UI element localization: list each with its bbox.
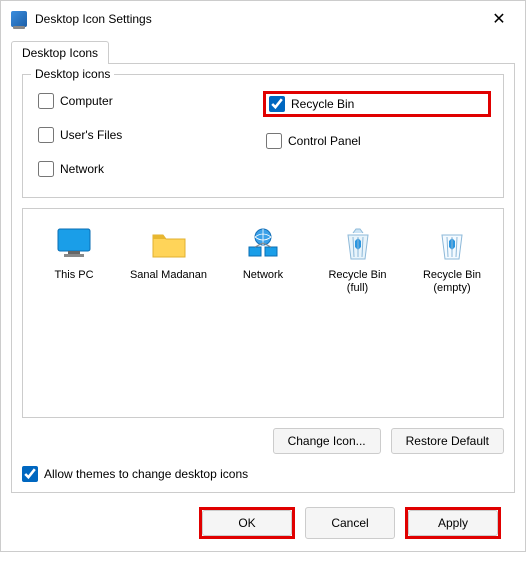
recycle-bin-full-icon xyxy=(338,225,378,265)
tab-desktop-icons[interactable]: Desktop Icons xyxy=(11,41,109,64)
checkbox-input[interactable] xyxy=(266,133,282,149)
icon-item-this-pc[interactable]: This PC xyxy=(31,223,117,284)
fieldset-legend: Desktop icons xyxy=(31,67,114,81)
dialog-title: Desktop Icon Settings xyxy=(35,12,483,26)
apply-button[interactable]: Apply xyxy=(408,510,498,536)
icon-label: Sanal Madanan xyxy=(130,269,207,282)
icon-grid: This PC Sanal Madanan Network xyxy=(31,223,495,297)
checkbox-label: Computer xyxy=(60,94,113,108)
close-button[interactable]: ✕ xyxy=(483,7,515,31)
checkbox-label: User's Files xyxy=(60,128,122,142)
checkbox-input[interactable] xyxy=(269,96,285,112)
checkbox-columns: Computer User's Files Network xyxy=(35,85,491,185)
change-icon-button[interactable]: Change Icon... xyxy=(273,428,381,454)
icon-label: Recycle Bin (full) xyxy=(317,269,399,295)
icon-item-network[interactable]: Network xyxy=(220,223,306,284)
checkbox-col-left: Computer User's Files Network xyxy=(35,85,263,185)
checkbox-recycle-bin[interactable]: Recycle Bin xyxy=(266,94,357,114)
icon-preview-list[interactable]: This PC Sanal Madanan Network xyxy=(22,208,504,418)
checkbox-label: Network xyxy=(60,162,104,176)
checkbox-label: Allow themes to change desktop icons xyxy=(44,467,248,481)
icon-label: Network xyxy=(243,269,283,282)
icon-item-recycle-bin-empty[interactable]: Recycle Bin (empty) xyxy=(409,223,495,297)
checkbox-label: Control Panel xyxy=(288,134,361,148)
tab-strip: Desktop Icons xyxy=(11,41,515,64)
checkbox-users-files[interactable]: User's Files xyxy=(35,125,263,145)
icon-label: This PC xyxy=(54,269,93,282)
icon-item-user-folder[interactable]: Sanal Madanan xyxy=(126,223,212,284)
cancel-button[interactable]: Cancel xyxy=(305,507,395,539)
highlight-recycle-bin: Recycle Bin xyxy=(263,91,491,117)
checkbox-col-right: Recycle Bin Control Panel xyxy=(263,85,491,185)
checkbox-network[interactable]: Network xyxy=(35,159,263,179)
highlight-apply: Apply xyxy=(405,507,501,539)
wrap-cancel: Cancel xyxy=(305,507,395,539)
tab-panel: Desktop icons Computer User's Files xyxy=(11,63,515,493)
ok-button[interactable]: OK xyxy=(202,510,292,536)
desktop-icons-fieldset: Desktop icons Computer User's Files xyxy=(22,74,504,198)
recycle-bin-empty-icon xyxy=(432,225,472,265)
titlebar: Desktop Icon Settings ✕ xyxy=(1,1,525,37)
dialog-content: Desktop Icons Desktop icons Computer Use… xyxy=(1,37,525,567)
checkbox-input[interactable] xyxy=(38,93,54,109)
checkbox-computer[interactable]: Computer xyxy=(35,91,263,111)
monitor-icon xyxy=(54,225,94,265)
checkbox-control-panel[interactable]: Control Panel xyxy=(263,131,491,151)
icon-action-row: Change Icon... Restore Default xyxy=(22,428,504,454)
folder-icon xyxy=(149,225,189,265)
highlight-ok: OK xyxy=(199,507,295,539)
checkbox-input[interactable] xyxy=(38,161,54,177)
checkbox-input[interactable] xyxy=(22,466,38,482)
allow-themes-checkbox[interactable]: Allow themes to change desktop icons xyxy=(22,466,504,482)
close-icon: ✕ xyxy=(492,9,505,29)
checkbox-label: Recycle Bin xyxy=(291,97,354,111)
dialog-button-row: OK Cancel Apply xyxy=(11,493,515,557)
network-icon xyxy=(243,225,283,265)
app-icon xyxy=(11,11,27,27)
checkbox-input[interactable] xyxy=(38,127,54,143)
restore-default-button[interactable]: Restore Default xyxy=(391,428,504,454)
icon-item-recycle-bin-full[interactable]: Recycle Bin (full) xyxy=(315,223,401,297)
desktop-icon-settings-dialog: Desktop Icon Settings ✕ Desktop Icons De… xyxy=(0,0,526,552)
icon-label: Recycle Bin (empty) xyxy=(411,269,493,295)
